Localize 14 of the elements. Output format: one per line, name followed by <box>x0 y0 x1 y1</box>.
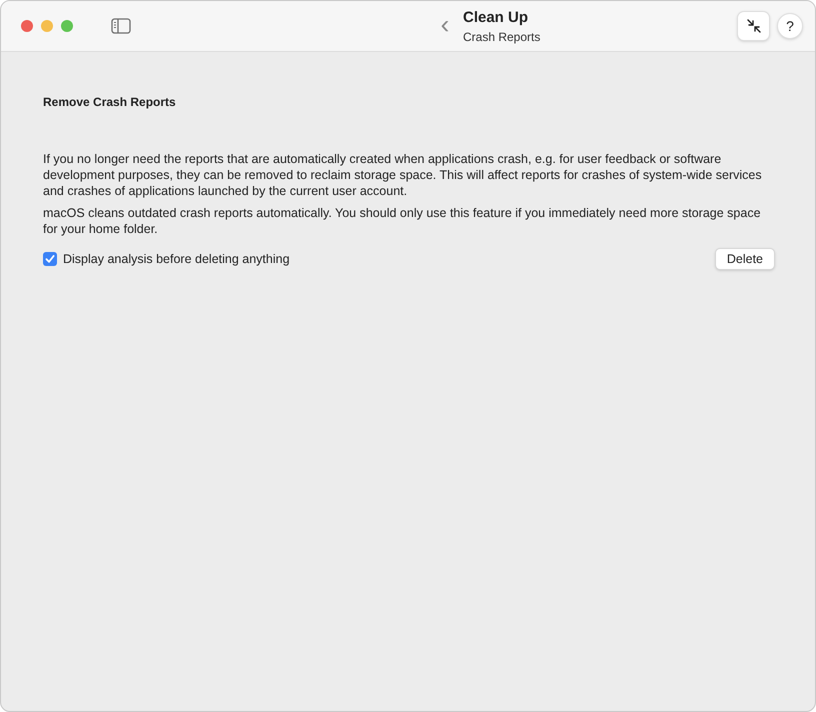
collapse-button[interactable] <box>737 11 770 41</box>
window-title: Clean Up <box>463 8 530 26</box>
section-title: Remove Crash Reports <box>43 94 177 111</box>
window-subtitle: Crash Reports <box>463 28 540 44</box>
close-button[interactable] <box>21 20 33 32</box>
checkbox-label: Display analysis before deleting anything <box>63 250 290 268</box>
sidebar-icon[interactable] <box>111 18 131 34</box>
zoom-button[interactable] <box>61 20 73 32</box>
delete-button[interactable]: Delete <box>714 248 775 270</box>
collapse-arrows-icon <box>746 18 762 34</box>
description-text: macOS cleans outdated crash reports automatically. You should only use this feature if you immediately need more storage space for your home folder. <box>43 205 762 237</box>
description-text: If you no longer need the reports that are automatically created when applications crash, e.g. for user feedback or software development purposes, they can be removed to reclaim storage space. This will affect reports for crashes of system-wide services and crashes of applications launched by the current user account. <box>43 151 763 199</box>
help-button[interactable]: ? <box>777 13 803 39</box>
checkbox[interactable] <box>43 252 57 266</box>
